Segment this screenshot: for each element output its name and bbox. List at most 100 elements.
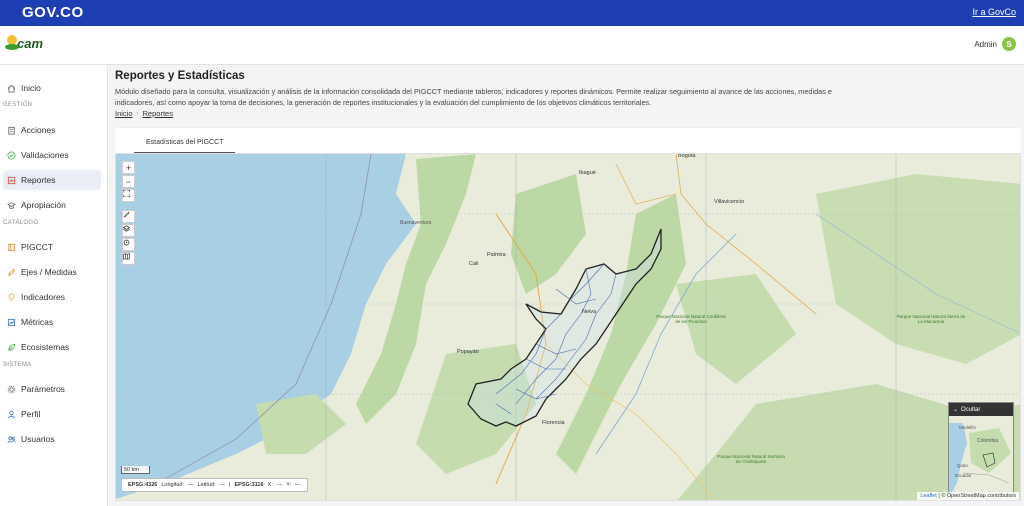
user-menu[interactable]: Admin S <box>974 37 1016 51</box>
map-view[interactable]: Bogotá Ibagué Villavicencio Neiva Floren… <box>115 153 1021 501</box>
sidebar-item-label: Ecosistemas <box>21 342 70 352</box>
breadcrumb-inicio[interactable]: Inicio <box>115 109 133 118</box>
minimap-canvas <box>949 403 1013 496</box>
nav-section-sistema: SISTEMA <box>3 362 32 368</box>
sidebar-item-label: Acciones <box>21 125 56 135</box>
book-icon <box>7 243 16 252</box>
sidebar-item-label: Validaciones <box>21 150 69 160</box>
sidebar-item-apropiacion[interactable]: Apropiación <box>3 195 101 215</box>
locate-icon[interactable] <box>122 238 135 251</box>
zoom-out-button[interactable]: − <box>122 175 135 188</box>
leaf-icon <box>7 343 16 352</box>
map-print-icon[interactable] <box>122 252 135 265</box>
longitude-label: Longitud: <box>161 482 184 488</box>
main-content: Reportes y Estadísticas Módulo diseñado … <box>109 65 1024 506</box>
map-scale: 50 km <box>121 466 150 474</box>
nav-section-gestion: GESTIÓN <box>3 102 33 108</box>
pencil-icon <box>7 268 16 277</box>
ir-a-govco-link[interactable]: Ir a GovCo <box>972 7 1016 17</box>
map-label-ibague: Ibagué <box>579 170 596 176</box>
minimap-label-ecuador: Ecuador <box>955 473 972 478</box>
map-canvas[interactable] <box>116 154 1021 501</box>
sidebar-item-perfil[interactable]: Perfil <box>3 404 101 424</box>
breadcrumb-reportes[interactable]: Reportes <box>143 109 173 118</box>
sidebar-item-ejes[interactable]: Ejes / Medidas <box>3 262 101 282</box>
page-title: Reportes y Estadísticas <box>115 70 245 82</box>
minimap[interactable]: ⌄ Ocultar Medellín Colombia Quito Ecuado… <box>948 402 1014 497</box>
page-description: Módulo diseñado para la consulta, visual… <box>115 87 832 107</box>
govco-brand[interactable]: GOV.CO <box>22 4 84 21</box>
tab-bar: Estadísticas del PIGCCT <box>115 127 1021 154</box>
sidebar-item-label: Inicio <box>21 83 41 93</box>
clipboard-icon <box>7 126 16 135</box>
map-label-palmira: Palmira <box>487 252 506 258</box>
avatar[interactable]: S <box>1002 37 1016 51</box>
sidebar-item-label: Indicadores <box>21 292 65 302</box>
map-label-popayan: Popayán <box>457 349 479 355</box>
users-icon <box>7 435 16 444</box>
report-icon <box>7 176 16 185</box>
sidebar-item-parametros[interactable]: Parámetros <box>3 379 101 399</box>
sidebar-item-indicadores[interactable]: Indicadores <box>3 287 101 307</box>
map-attribution: Leaflet | © OpenStreetMap contributors <box>917 492 1019 500</box>
sidebar-item-ecosistemas[interactable]: Ecosistemas <box>3 337 101 357</box>
sidebar-item-label: Métricas <box>21 317 54 327</box>
epsg3116-label: EPSG:3116 <box>234 482 264 488</box>
x-label: X: <box>267 482 273 488</box>
x-value: — <box>276 482 283 488</box>
minimap-label-colombia: Colombia <box>977 438 999 444</box>
minimap-label-quito: Quito <box>957 463 968 468</box>
app-header: cam Admin S <box>0 26 1024 65</box>
sidebar-item-inicio[interactable]: Inicio <box>3 78 101 98</box>
cam-logo[interactable]: cam <box>5 34 53 56</box>
sidebar-item-metricas[interactable]: Métricas <box>3 312 101 332</box>
leaflet-link[interactable]: Leaflet <box>920 493 937 499</box>
sidebar-item-label: Usuarios <box>21 434 55 444</box>
y-label: Y: <box>286 482 292 488</box>
user-icon <box>7 410 16 419</box>
layers-icon[interactable] <box>122 224 135 237</box>
y-value: — <box>295 482 301 488</box>
sidebar-item-pigcct[interactable]: PIGCCT <box>3 237 101 257</box>
map-label-buenaventura: Buenaventura <box>400 220 432 226</box>
epsg4326-label: EPSG:4326 <box>128 482 158 488</box>
longitude-value: — <box>188 482 194 488</box>
sidebar-item-label: Apropiación <box>21 200 66 210</box>
sidebar-item-label: Ejes / Medidas <box>21 267 77 277</box>
minimap-label-medellin: Medellín <box>959 425 977 430</box>
sidebar-item-label: Perfil <box>21 409 41 419</box>
fullscreen-icon[interactable] <box>122 189 135 202</box>
map-label-park-picachos: Parque Nacional Natural Cordillera de lo… <box>656 314 726 324</box>
tab-estadisticas[interactable]: Estadísticas del PIGCCT <box>134 133 236 154</box>
sidebar-item-acciones[interactable]: Acciones <box>3 120 101 140</box>
check-circle-icon <box>7 150 16 160</box>
map-label-park-macarena: Parque Nacional Natural Sierra de La Mac… <box>896 314 966 324</box>
lightbulb-icon <box>7 293 16 302</box>
minimap-toggle-label: Ocultar <box>961 406 981 413</box>
gear-icon <box>7 385 16 394</box>
user-name: Admin <box>974 39 997 49</box>
zoom-in-button[interactable]: + <box>122 161 135 174</box>
chevron-down-icon: ⌄ <box>953 407 959 413</box>
coords-separator: | <box>229 482 231 488</box>
map-label-bogota: Bogotá <box>678 153 696 159</box>
latitude-label: Latitud: <box>197 482 216 488</box>
map-label-park-chiribiquete: Parque Nacional Natural Serranía de Chir… <box>717 454 785 464</box>
breadcrumb: Inicio › Reportes <box>115 109 173 118</box>
latitude-value: — <box>219 482 226 488</box>
map-label-villavicencio: Villavicencio <box>714 199 745 205</box>
nav-section-catalogo: CATÁLOGO <box>3 220 39 226</box>
map-label-florencia: Florencia <box>542 420 565 426</box>
sidebar-item-label: PIGCCT <box>21 242 54 252</box>
sidebar-item-label: Reportes <box>21 175 56 185</box>
sidebar-item-validaciones[interactable]: Validaciones <box>3 145 101 165</box>
sidebar-item-usuarios[interactable]: Usuarios <box>3 429 101 449</box>
logo-text: cam <box>17 36 44 51</box>
sidebar-item-reportes[interactable]: Reportes <box>3 170 101 190</box>
osm-attribution[interactable]: | © OpenStreetMap contributors <box>938 493 1016 499</box>
chart-icon <box>7 318 16 327</box>
map-label-cali: Cali <box>469 261 479 267</box>
minimap-toggle[interactable]: ⌄ Ocultar <box>949 403 1013 416</box>
graduation-cap-icon <box>7 201 16 210</box>
measure-icon[interactable] <box>122 210 135 223</box>
